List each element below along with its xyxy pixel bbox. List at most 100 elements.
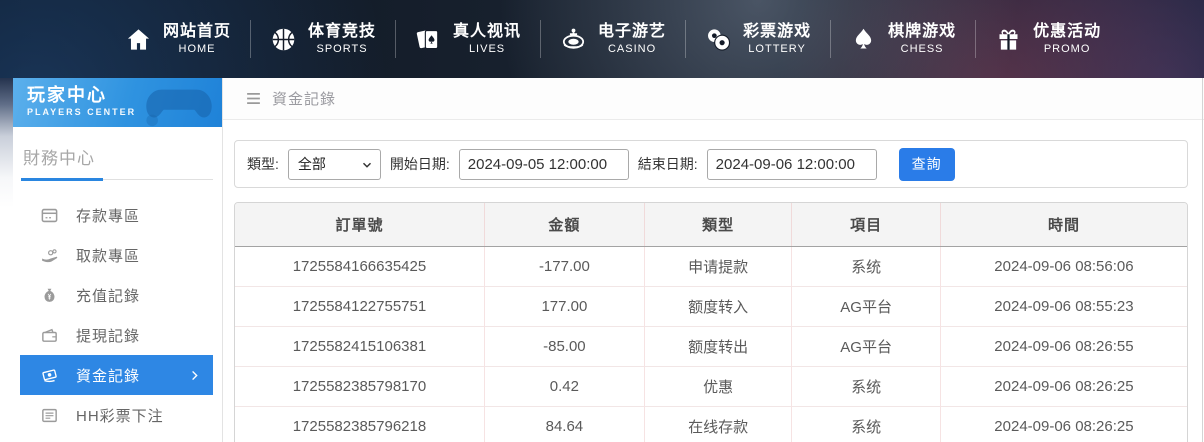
sidebar-item-7[interactable]: 廳室投註記錄 bbox=[13, 435, 222, 442]
wallet-icon bbox=[40, 326, 59, 345]
menu-toggle-icon[interactable] bbox=[245, 90, 262, 107]
breadcrumb: 資金記錄 bbox=[223, 78, 1204, 120]
table-cell: 系统 bbox=[791, 365, 941, 406]
sidebar-item-5[interactable]: 資金記錄 bbox=[20, 355, 213, 395]
table-cell: 在线存款 bbox=[643, 405, 792, 442]
table-cell: 额度转出 bbox=[643, 325, 792, 366]
nav-item-text: 优惠活动 PROMO bbox=[1033, 22, 1101, 57]
nav-label-zh: 真人视讯 bbox=[453, 22, 522, 40]
main-content: 資金記錄 類型: 全部 開始日期: 結束日期: 查詢 訂單號金額類型項目時間 bbox=[223, 78, 1204, 442]
sidebar-item-2[interactable]: 取款專區 bbox=[13, 235, 222, 275]
chevron-right-icon bbox=[188, 369, 201, 382]
sidebar-item-6[interactable]: HH彩票下注 bbox=[13, 395, 222, 435]
table-row: 1725582385798170 0.42 优惠 系统 2024-09-06 08:26… bbox=[235, 365, 1187, 406]
table-header-row: 訂單號 金額 類型 項目 時間 bbox=[235, 203, 1187, 247]
sidebar-item-1[interactable]: 存款專區 bbox=[13, 195, 222, 235]
nav-label-en: HOME bbox=[178, 42, 216, 55]
table-cell: -85.00 bbox=[483, 325, 645, 366]
column-header: 項目 bbox=[791, 203, 941, 247]
table-row: 1725584166635425 -177.00 申请提款 系统 2024-09-06 … bbox=[235, 246, 1187, 286]
nav-label-en: SPORTS bbox=[316, 42, 368, 55]
table-row: 1725582385796218 84.64 在线存款 系统 2024-09-06 08… bbox=[235, 405, 1187, 442]
type-select[interactable]: 全部 bbox=[287, 148, 381, 180]
funds-table: 訂單號 金額 類型 項目 時間 1725584166635425 -177.00 申请提款系… bbox=[234, 202, 1188, 442]
sidebar-menu: 存款專區取款專區充值記錄提現記錄資金記錄 HH彩票下注廳室投註記錄 bbox=[13, 195, 222, 442]
cards-icon bbox=[415, 26, 442, 53]
type-select-value: 全部 bbox=[297, 156, 326, 172]
chevron-down-icon bbox=[361, 158, 373, 170]
page-background-strip bbox=[0, 78, 13, 442]
sidebar-item-label: 提現記錄 bbox=[76, 327, 141, 345]
table-cell: 2024-09-06 08:26:25 bbox=[939, 405, 1187, 442]
sidebar-item-4[interactable]: 提現記錄 bbox=[13, 315, 222, 355]
table-cell: 系统 bbox=[791, 246, 941, 286]
nav-label-zh: 体育竞技 bbox=[308, 22, 377, 40]
sidebar-item-label: HH彩票下注 bbox=[76, 407, 164, 425]
sidebar: 玩家中心 PLAYERS CENTER 財務中心 存款專區取款專區充值記錄提現記… bbox=[13, 78, 223, 442]
nav-item-lives[interactable]: 真人视讯 LIVES bbox=[396, 0, 540, 78]
nav-item-text: 彩票游戏 LOTTERY bbox=[743, 22, 811, 57]
column-header: 金額 bbox=[483, 203, 645, 247]
table-cell: 1725584166635425 bbox=[292, 257, 427, 275]
end-date-input[interactable] bbox=[706, 148, 877, 180]
nav-item-casino[interactable]: 电子游艺 CASINO bbox=[541, 0, 685, 78]
table-cell: 2024-09-06 08:55:23 bbox=[939, 285, 1187, 326]
top-navigation: 网站首页 HOME 体育竞技 SPORTS 真人视讯 LIVES 电子游艺 CASINO 彩票游… bbox=[0, 0, 1204, 78]
table-cell: 系统 bbox=[791, 405, 941, 442]
section-divider bbox=[21, 178, 213, 181]
table-row: 1725584122755751 177.00 额度转入 AG平台 2024-09-06… bbox=[235, 285, 1187, 326]
sidebar-item-3[interactable]: 充值記錄 bbox=[13, 275, 222, 315]
home-icon bbox=[125, 26, 152, 53]
nav-item-sports[interactable]: 体育竞技 SPORTS bbox=[251, 0, 395, 78]
nav-item-text: 电子游艺 CASINO bbox=[598, 22, 666, 57]
nav-item-lottery[interactable]: 彩票游戏 LOTTERY bbox=[686, 0, 830, 78]
nav-label-en: LIVES bbox=[468, 42, 506, 55]
page-body: 玩家中心 PLAYERS CENTER 財務中心 存款專區取款專區充值記錄提現記… bbox=[0, 78, 1204, 442]
nav-label-zh: 棋牌游戏 bbox=[888, 22, 957, 40]
spade-icon bbox=[850, 26, 877, 53]
start-date-label: 開始日期: bbox=[389, 156, 450, 172]
table-cell: 1725582385796218 bbox=[235, 405, 485, 442]
table-cell: 177.00 bbox=[483, 285, 645, 326]
hand-coins-icon bbox=[40, 246, 59, 265]
gamepad-icon bbox=[140, 82, 218, 127]
nav-item-text: 体育竞技 SPORTS bbox=[308, 22, 376, 57]
nav-label-en: LOTTERY bbox=[748, 42, 806, 55]
table-cell: 申请提款 bbox=[643, 246, 792, 286]
sidebar-item-label: 取款專區 bbox=[76, 247, 141, 265]
roulette-icon bbox=[560, 26, 587, 53]
table-cell: 0.42 bbox=[483, 365, 645, 406]
table-cell: 额度转入 bbox=[643, 285, 792, 326]
nav-item-text: 真人视讯 LIVES bbox=[453, 22, 521, 57]
nav-item-text: 网站首页 HOME bbox=[163, 22, 231, 57]
sidebar-header: 玩家中心 PLAYERS CENTER bbox=[13, 78, 222, 127]
banknotes-icon bbox=[40, 366, 59, 385]
start-date-input[interactable] bbox=[458, 148, 629, 180]
table-cell: AG平台 bbox=[791, 285, 941, 326]
table-cell: 2024-09-06 08:56:06 bbox=[939, 246, 1187, 286]
table-cell: 1725582415106381 bbox=[235, 325, 485, 366]
page-title: 資金記錄 bbox=[272, 91, 337, 108]
column-header: 訂單號 bbox=[235, 203, 485, 247]
table-cell: 2024-09-06 08:26:25 bbox=[939, 365, 1187, 406]
nav-item-promo[interactable]: 优惠活动 PROMO bbox=[976, 0, 1120, 78]
sidebar-section-title: 財務中心 bbox=[23, 149, 95, 168]
nav-label-en: PROMO bbox=[1043, 42, 1091, 55]
deposit-card-icon bbox=[40, 206, 59, 225]
table-cell: 2024-09-06 08:26:55 bbox=[939, 325, 1187, 366]
lottery-balls-icon bbox=[705, 26, 732, 53]
nav-label-zh: 彩票游戏 bbox=[743, 22, 812, 40]
filter-bar: 類型: 全部 開始日期: 結束日期: 查詢 bbox=[234, 140, 1188, 188]
table-cell: 优惠 bbox=[643, 365, 792, 406]
page-right-border bbox=[1202, 78, 1203, 442]
search-button[interactable]: 查詢 bbox=[898, 147, 955, 181]
sidebar-item-label: 存款專區 bbox=[76, 207, 141, 225]
money-bag-icon bbox=[40, 286, 59, 305]
basketball-icon bbox=[270, 26, 297, 53]
table-cell: -177.00 bbox=[483, 246, 645, 286]
nav-item-home[interactable]: 网站首页 HOME bbox=[106, 0, 250, 78]
nav-item-chess[interactable]: 棋牌游戏 CHESS bbox=[831, 0, 975, 78]
table-cell: AG平台 bbox=[791, 325, 941, 366]
table-cell: 84.64 bbox=[483, 405, 645, 442]
nav-label-zh: 电子游艺 bbox=[598, 22, 667, 40]
